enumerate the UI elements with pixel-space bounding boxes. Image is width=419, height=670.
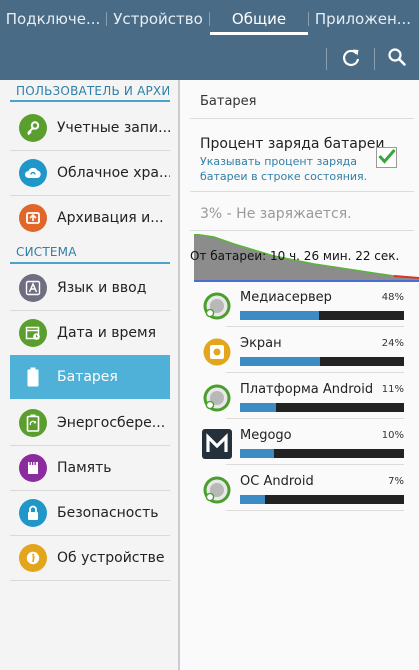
sidebar-item-backup[interactable]: Архивация и... [10,196,170,240]
sidebar-item-label: Энергосбере... [57,415,166,431]
sidebar-item-security[interactable]: Безопасность [10,491,170,535]
tab-general[interactable]: Общие [210,0,308,38]
action-bar [0,38,419,80]
key-icon [19,114,47,142]
app-percent: 7% [388,476,404,487]
sidebar-item-power-saving[interactable]: Энергосбере... [10,401,170,445]
megogo-logo-icon [202,429,232,459]
action-divider [326,48,327,70]
action-divider [374,48,375,70]
section-divider [10,262,170,264]
divider [226,464,404,465]
cloud-sync-icon [19,159,47,187]
section-header-user-backup: ПОЛЬЗОВАТЕЛЬ И АРХИВ... [16,84,169,98]
battery-usage-row[interactable]: ОС Android 7% [194,468,404,514]
sidebar-item-label: Язык и ввод [57,280,147,296]
battery-usage-row[interactable]: Megogo 10% [194,422,404,468]
info-icon [19,544,47,572]
usage-bar-fill [240,311,319,320]
battery-percent-title: Процент заряда батареи [200,136,385,152]
sidebar-item-label: Учетные запи... [57,120,170,136]
battery-panel: Батарея Процент заряда батареи Указывать… [180,80,419,670]
sidebar-item-label: Батарея [57,369,118,385]
tab-applications[interactable]: Приложен... [309,0,417,38]
graph-label: От батареи: 10 ч. 26 мин. 22 сек. [190,249,400,263]
sidebar-item-label: Облачное хра... [57,165,170,181]
app-percent: 24% [381,338,404,349]
app-percent: 48% [381,292,404,303]
battery-status: 3% - Не заряжается. [200,206,352,222]
usage-bar-fill [240,449,275,458]
screen-brightness-icon [202,337,232,367]
divider [190,191,414,192]
lock-icon [19,499,47,527]
usage-bar-fill [240,403,277,412]
graph-baseline [194,280,419,282]
sidebar-item-label: Архивация и... [57,210,164,226]
sidebar-item-about-device[interactable]: Об устройстве [10,536,170,580]
sidebar-item-cloud[interactable]: Облачное хра... [10,151,170,195]
backup-icon [19,204,47,232]
app-percent: 10% [381,430,404,441]
sidebar-item-accounts[interactable]: Учетные запи... [10,106,170,150]
divider [226,510,404,511]
section-header-system: СИСТЕМА [16,245,77,259]
app-percent: 11% [381,384,404,395]
sidebar-item-label: Память [57,460,112,476]
tab-connections[interactable]: Подключе... [0,0,106,38]
app-name: Медиасервер [240,290,332,305]
usage-bar [240,403,404,412]
app-name: ОС Android [240,474,314,489]
search-icon [387,47,407,71]
battery-percent-description: Указывать процент заряда батареи в строк… [200,155,368,183]
refresh-button[interactable] [331,38,371,80]
checkmark-icon [377,148,396,168]
sidebar-item-label: Об устройстве [57,550,165,566]
sidebar-item-date-time[interactable]: Дата и время [10,311,170,355]
battery-percent-checkbox[interactable] [376,147,397,168]
battery-usage-row[interactable]: Платформа Android 11% [194,376,404,422]
android-gear-icon [202,291,232,321]
power-saving-icon [19,409,47,437]
tab-device[interactable]: Устройство [107,0,209,38]
sidebar-item-storage[interactable]: Память [10,446,170,490]
tab-bar: Подключе... Устройство Общие Приложен... [0,0,419,38]
sidebar-item-label: Дата и время [57,325,156,341]
usage-bar [240,495,404,504]
divider [190,230,414,231]
divider [190,118,414,119]
app-name: Megogo [240,428,292,443]
usage-bar-fill [240,495,265,504]
divider [226,326,404,327]
refresh-icon [341,47,361,71]
page-title: Батарея [200,94,257,109]
battery-usage-row[interactable]: Экран 24% [194,330,404,376]
divider [226,418,404,419]
battery-usage-row[interactable]: Медиасервер 48% [194,284,404,330]
battery-icon [19,363,47,391]
storage-icon [19,454,47,482]
section-divider [10,100,170,102]
android-gear-icon [202,383,232,413]
usage-bar [240,449,404,458]
app-name: Платформа Android [240,382,374,397]
search-button[interactable] [377,38,417,80]
sidebar-item-battery[interactable]: Батарея [10,355,170,399]
usage-bar-fill [240,357,321,366]
usage-bar [240,357,404,366]
sidebar-item-language[interactable]: Язык и ввод [10,266,170,310]
app-name: Экран [240,336,282,351]
android-gear-icon [202,475,232,505]
calendar-clock-icon [19,319,47,347]
item-divider [10,580,170,581]
usage-bar [240,311,404,320]
sidebar-item-label: Безопасность [57,505,159,521]
language-icon [19,274,47,302]
divider [226,372,404,373]
